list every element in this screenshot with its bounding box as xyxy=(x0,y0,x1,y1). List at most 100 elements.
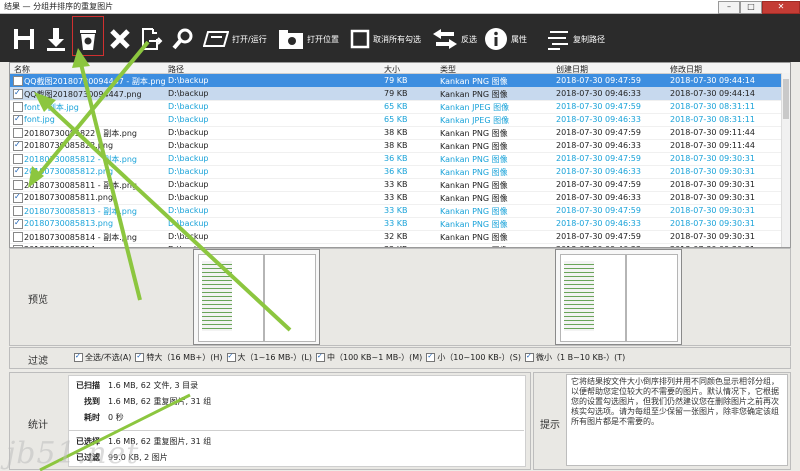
toolbar: 打开/运行 打开位置 取消所有勾选 反选 属性 复制路径 xyxy=(0,14,800,62)
row-checkbox[interactable] xyxy=(13,206,23,216)
cell-size: 32 KB xyxy=(384,232,408,241)
row-checkbox[interactable] xyxy=(13,128,23,138)
tips-text: 它将结果按文件大小倒序排列并用不同颜色显示相邻分组，以便帮助您定位较大的不需要的… xyxy=(566,374,788,466)
cell-type: Kankan PNG 图像 xyxy=(440,181,508,190)
cell-created: 2018-07-30 09:46:33 xyxy=(556,115,641,124)
scrollbar-thumb[interactable] xyxy=(783,79,789,119)
table-row[interactable]: 20180730085811 - 副本.png D:\backup 33 KB Kan… xyxy=(10,178,782,192)
cell-modified: 2018-07-30 09:11:44 xyxy=(670,141,755,150)
cell-created: 2018-07-30 09:46:33 xyxy=(556,167,641,176)
table-row[interactable]: 20180730085822.png D:\backup 38 KB Kankan P… xyxy=(10,139,782,153)
cell-path: D:\backup xyxy=(168,115,209,124)
unselect-all-button[interactable]: 取消所有勾选 xyxy=(350,24,421,54)
delete-button[interactable] xyxy=(108,24,132,54)
cell-size: 79 KB xyxy=(384,89,408,98)
invert-selection-icon xyxy=(433,29,457,49)
open-run-button[interactable]: 打开/运行 xyxy=(203,24,267,54)
row-checkbox[interactable] xyxy=(13,114,23,125)
cell-name: font.jpg xyxy=(24,115,55,124)
cell-created: 2018-07-30 09:47:59 xyxy=(556,180,641,189)
cell-path: D:\backup xyxy=(168,219,209,228)
cell-name: QQ截图20180730094447.png xyxy=(24,90,142,99)
save-button[interactable] xyxy=(12,24,36,54)
cell-path: D:\backup xyxy=(168,89,209,98)
cell-created: 2018-07-30 09:47:59 xyxy=(556,76,641,85)
row-checkbox[interactable] xyxy=(13,102,23,112)
cell-name: 20180730085812 - 副本.png xyxy=(24,155,137,164)
invert-selection-label: 反选 xyxy=(461,34,477,44)
table-row[interactable]: QQ截图20180730094447 - 副本.png D:\backup 79 K… xyxy=(10,74,782,88)
cell-path: D:\backup xyxy=(168,128,209,137)
vertical-scrollbar[interactable] xyxy=(781,73,790,247)
cell-modified: 2018-07-30 09:30:31 xyxy=(670,219,755,228)
cell-created: 2018-07-30 09:47:59 xyxy=(556,154,641,163)
cell-type: Kankan PNG 图像 xyxy=(440,207,508,216)
cell-modified: 2018-07-30 09:30:31 xyxy=(670,180,755,189)
cell-modified: 2018-07-30 09:30:31 xyxy=(670,154,755,163)
cell-size: 33 KB xyxy=(384,193,408,202)
invert-selection-button[interactable]: 反选 xyxy=(432,24,477,54)
row-checkbox[interactable] xyxy=(13,232,23,242)
table-row[interactable]: 20180730085813 - 副本.png D:\backup 33 KB Kan… xyxy=(10,204,782,218)
row-checkbox[interactable] xyxy=(13,88,23,99)
maximize-button[interactable]: □ xyxy=(740,1,762,14)
table-row[interactable]: font.jpg D:\backup 65 KB Kankan JPEG 图像 2018… xyxy=(10,113,782,127)
cell-type: Kankan PNG 图像 xyxy=(440,194,508,203)
stats-divider xyxy=(68,430,524,431)
table-row[interactable]: font - 副本.jpg D:\backup 65 KB Kankan JPEG 图… xyxy=(10,100,782,114)
copy-path-button[interactable]: 复制路径 xyxy=(546,24,605,54)
table-row[interactable]: 20180730085813.png D:\backup 33 KB Kankan P… xyxy=(10,217,782,231)
table-row[interactable]: QQ截图20180730094447.png D:\backup 79 KB Kank… xyxy=(10,87,782,101)
info-icon xyxy=(485,28,507,50)
filter-large-checkbox[interactable]: 大（1~16 MB-）(L) xyxy=(226,352,312,363)
row-checkbox[interactable] xyxy=(13,140,23,151)
row-checkbox[interactable] xyxy=(13,76,23,86)
table-row[interactable]: 20180730085822 - 副本.png D:\backup 38 KB Kan… xyxy=(10,126,782,140)
open-run-label: 打开/运行 xyxy=(232,34,267,44)
close-button[interactable]: ✕ xyxy=(762,1,800,14)
filter-label: 过滤 xyxy=(28,356,48,367)
preview-image-right[interactable] xyxy=(555,249,682,345)
filter-small-checkbox[interactable]: 小（10~100 KB-）(S) xyxy=(426,352,521,363)
copy-path-icon xyxy=(548,31,568,50)
minimize-button[interactable]: – xyxy=(718,1,740,14)
cell-path: D:\backup xyxy=(168,206,209,215)
table-row[interactable]: 20180730085811.png D:\backup 33 KB Kankan P… xyxy=(10,191,782,205)
cell-modified: 2018-07-30 09:30:31 xyxy=(670,193,755,202)
filter-tiny-checkbox[interactable]: 微小（1 B~10 KB-）(T) xyxy=(524,352,625,363)
filter-all-checkbox[interactable]: 全选/不选(A) xyxy=(74,352,131,363)
cell-name: 20180730085812.png xyxy=(24,167,114,176)
title-bar: 结果 — 分组并排序的重复图片 – □ ✕ xyxy=(0,0,800,14)
cell-path: D:\backup xyxy=(168,193,209,202)
preview-image-left[interactable] xyxy=(193,249,320,345)
cell-path: D:\backup xyxy=(168,167,209,176)
results-table[interactable]: 名称 路径 大小 类型 创建日期 修改日期 QQ截图20180730094447… xyxy=(9,62,791,248)
cell-size: 33 KB xyxy=(384,219,408,228)
cell-modified: 2018-07-30 08:31:11 xyxy=(670,102,755,111)
filter-huge-checkbox[interactable]: 特大（16 MB+）(H) xyxy=(135,352,223,363)
row-checkbox[interactable] xyxy=(13,180,23,190)
table-row[interactable]: 20180730085814 - 副本.png D:\backup 32 KB Kan… xyxy=(10,230,782,244)
cell-path: D:\backup xyxy=(168,141,209,150)
table-row[interactable]: 20180730085812.png D:\backup 36 KB Kankan P… xyxy=(10,165,782,179)
row-checkbox[interactable] xyxy=(13,218,23,229)
properties-button[interactable]: 属性 xyxy=(484,24,527,54)
table-header: 名称 路径 大小 类型 创建日期 修改日期 xyxy=(10,63,790,74)
filter-medium-checkbox[interactable]: 中（100 KB~1 MB-）(M) xyxy=(316,352,422,363)
export-button[interactable] xyxy=(139,24,163,54)
row-checkbox[interactable] xyxy=(13,166,23,177)
cell-created: 2018-07-30 09:47:59 xyxy=(556,102,641,111)
row-checkbox[interactable] xyxy=(13,154,23,164)
cell-name: 20180730085814 - 副本.png xyxy=(24,233,137,242)
cell-path: D:\backup xyxy=(168,232,209,241)
open-location-button[interactable]: 打开位置 xyxy=(278,24,339,54)
table-row[interactable]: 20180730085812 - 副本.png D:\backup 36 KB Kan… xyxy=(10,152,782,166)
stats-label: 统计 xyxy=(28,420,48,431)
download-button[interactable] xyxy=(44,24,68,54)
cell-created: 2018-07-30 09:46:33 xyxy=(556,89,641,98)
search-button[interactable] xyxy=(171,24,195,54)
row-checkbox[interactable] xyxy=(13,192,23,203)
cell-size: 79 KB xyxy=(384,76,408,85)
cell-type: Kankan JPEG 图像 xyxy=(440,103,510,112)
cell-size: 65 KB xyxy=(384,102,408,111)
